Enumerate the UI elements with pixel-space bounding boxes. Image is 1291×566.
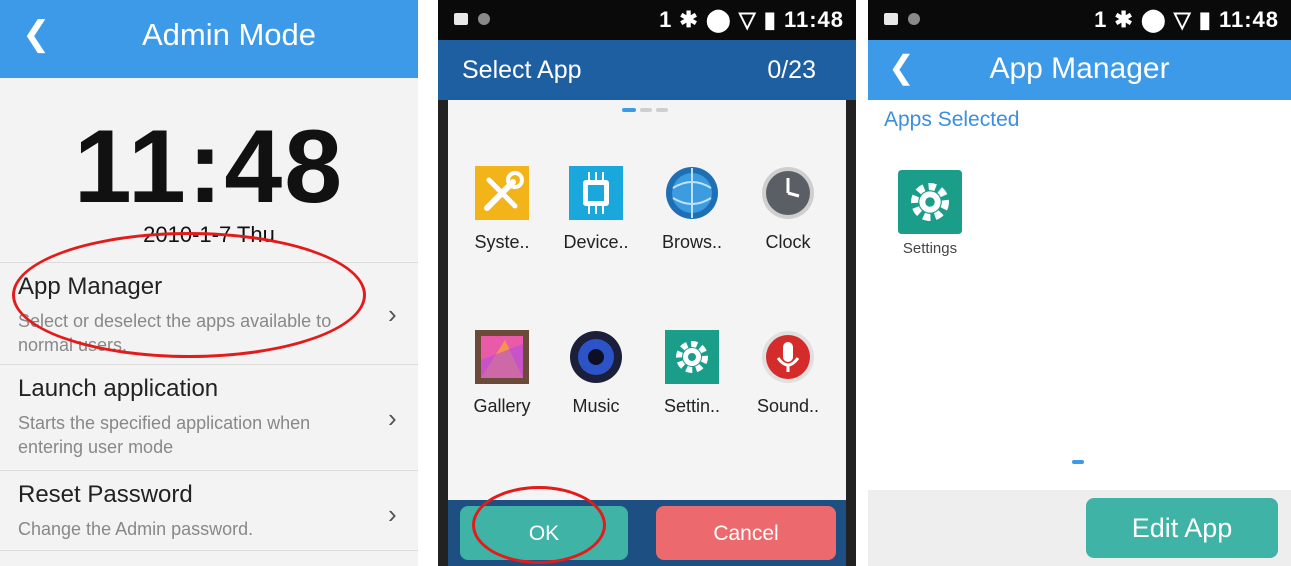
cancel-button[interactable]: Cancel xyxy=(656,506,836,560)
dialog-header: Select App 0/23 xyxy=(438,40,856,100)
status-bar: 1 ✱ ⬤ ▽ ▮ 11:48 xyxy=(868,0,1291,40)
chevron-right-icon: › xyxy=(388,299,397,329)
app-label: Brows.. xyxy=(661,232,722,252)
menu-item-reset-password[interactable]: Reset Password Change the Admin password… xyxy=(0,470,418,551)
app-tile-clock[interactable]: Clock xyxy=(742,166,834,253)
edit-app-button[interactable]: Edit App xyxy=(1086,498,1278,558)
app-tile-system[interactable]: Syste.. xyxy=(456,166,548,253)
page-indicator xyxy=(656,108,668,112)
app-label: Settin.. xyxy=(663,396,721,416)
menu-item-app-manager[interactable]: App Manager Select or deselect the apps … xyxy=(0,262,418,365)
chevron-right-icon: › xyxy=(388,403,397,433)
microphone-icon xyxy=(761,330,815,384)
status-text: 1 ✱ ⬤ ▽ ▮ 11:48 xyxy=(1094,7,1279,32)
app-tile-gallery[interactable]: Gallery xyxy=(456,330,548,417)
dialog-footer: OK Cancel xyxy=(448,500,846,566)
status-bar: 1 ✱ ⬤ ▽ ▮ 11:48 xyxy=(438,0,856,40)
page-title: App Manager xyxy=(989,52,1170,85)
bottom-bar: Edit App xyxy=(868,490,1291,566)
speaker-icon xyxy=(569,330,623,384)
notification-icon xyxy=(454,13,468,25)
selection-count: 0/23 xyxy=(767,56,816,84)
app-tile-sound-recorder[interactable]: Sound.. xyxy=(742,330,834,417)
app-label: Device.. xyxy=(563,232,629,252)
menu-item-desc: Change the Admin password. xyxy=(18,519,254,539)
chevron-right-icon: › xyxy=(388,499,397,529)
select-app-screen: 1 ✱ ⬤ ▽ ▮ 11:48 Select App 0/23 Syste.. … xyxy=(438,0,856,566)
header-bar: ❮ Admin Mode xyxy=(0,0,418,78)
status-dot-icon xyxy=(908,13,920,25)
menu-item-launch-application[interactable]: Launch application Starts the specified … xyxy=(0,364,418,471)
menu-item-title: Reset Password xyxy=(18,481,193,508)
gear-icon xyxy=(665,330,719,384)
app-label: Gallery xyxy=(473,396,531,416)
app-label: Music xyxy=(572,396,620,416)
header-bar: ❮ App Manager xyxy=(868,40,1291,100)
page-title: Admin Mode xyxy=(141,17,317,52)
page-indicator-active xyxy=(1072,460,1084,464)
app-label: Sound.. xyxy=(756,396,820,416)
app-tile-settings[interactable]: Settin.. xyxy=(646,330,738,417)
page-indicator xyxy=(640,108,652,112)
clock-time: 11:48 xyxy=(73,109,345,225)
app-label: Clock xyxy=(765,232,811,252)
admin-mode-screen: ❮ Admin Mode 11:48 2010-1-7 Thu App Mana… xyxy=(0,0,418,566)
menu-item-desc: Select or deselect the apps available to… xyxy=(18,311,332,355)
app-label: Settings xyxy=(902,240,958,257)
app-manager-screen: 1 ✱ ⬤ ▽ ▮ 11:48 ❮ App Manager Apps Selec… xyxy=(868,0,1291,566)
dialog-title: Select App xyxy=(462,56,582,84)
clock-icon xyxy=(761,166,815,220)
selected-app-settings[interactable]: Settings xyxy=(884,170,976,257)
ok-button[interactable]: OK xyxy=(460,506,628,560)
menu-item-next[interactable] xyxy=(0,550,418,566)
section-heading: Apps Selected xyxy=(884,108,1020,131)
app-tile-music[interactable]: Music xyxy=(550,330,642,417)
status-dot-icon xyxy=(478,13,490,25)
gallery-icon xyxy=(475,330,529,384)
app-label: Syste.. xyxy=(474,232,530,252)
chip-icon xyxy=(569,166,623,220)
menu-item-title: Launch application xyxy=(18,375,219,402)
globe-icon xyxy=(665,166,719,220)
notification-icon xyxy=(884,13,898,25)
menu-item-title: App Manager xyxy=(18,273,163,300)
app-tile-browser[interactable]: Brows.. xyxy=(646,166,738,253)
app-grid: Syste.. Device.. Brows.. Clock Gallery M… xyxy=(448,100,846,500)
page-indicator-active xyxy=(622,108,636,112)
app-tile-device[interactable]: Device.. xyxy=(550,166,642,253)
clock-date: 2010-1-7 Thu xyxy=(143,222,275,247)
menu-item-desc: Starts the specified application when en… xyxy=(18,413,311,457)
status-text: 1 ✱ ⬤ ▽ ▮ 11:48 xyxy=(659,7,844,32)
tools-icon xyxy=(475,166,529,220)
gear-icon xyxy=(898,170,962,234)
